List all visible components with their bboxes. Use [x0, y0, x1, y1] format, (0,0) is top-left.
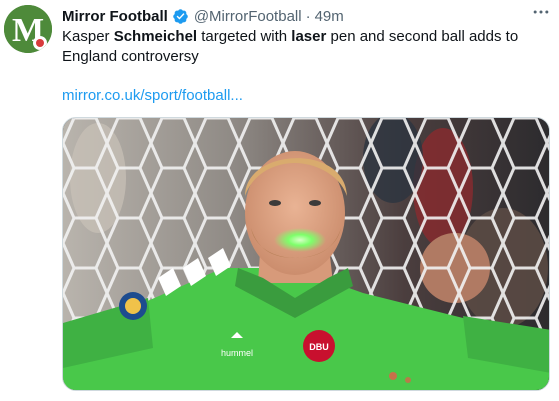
tweet-header: Mirror Football @MirrorFootball · 49m [62, 6, 344, 26]
header-separator: · [305, 7, 311, 25]
tweet-photo[interactable]: DBU hummel [62, 117, 550, 391]
article-link[interactable]: mirror.co.uk/sport/football... [62, 87, 243, 104]
tweet-timestamp[interactable]: 49m [315, 8, 344, 25]
verified-badge-icon [172, 8, 189, 25]
profile-avatar[interactable]: M [4, 5, 52, 53]
tweet-card[interactable]: M Mirror Football @MirrorFootball · 49m … [0, 0, 559, 401]
tweet-text-bold: Schmeichel [113, 28, 198, 45]
tweet-text: Kasper Schmeichel targeted with laser pe… [62, 27, 542, 67]
svg-text:hummel: hummel [221, 348, 253, 358]
tweet-text-bold: laser [291, 28, 327, 45]
svg-text:DBU: DBU [309, 342, 329, 352]
account-handle[interactable]: @MirrorFootball [194, 8, 302, 25]
account-name[interactable]: Mirror Football [62, 8, 168, 25]
tweet-text-part: targeted with [197, 28, 292, 45]
tweet-text-part: Kasper [62, 28, 114, 45]
more-options-icon[interactable] [529, 2, 553, 22]
